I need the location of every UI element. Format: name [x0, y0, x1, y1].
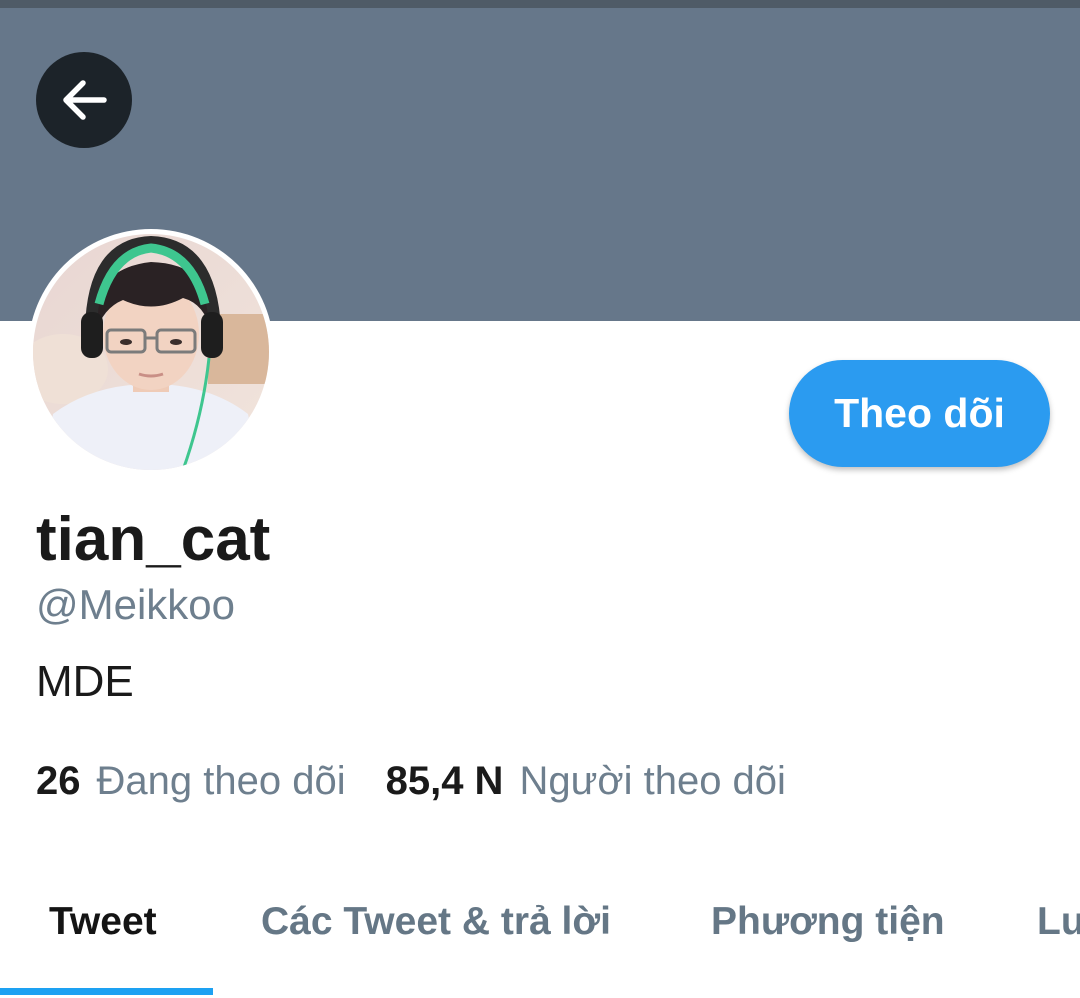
arrow-left-icon — [63, 80, 107, 120]
display-name: tian_cat — [36, 505, 271, 574]
avatar-photo — [33, 234, 269, 470]
profile-bio: MDE — [36, 657, 134, 706]
tab-media[interactable]: Phương tiện — [711, 898, 945, 946]
profile-tabs: Tweet Các Tweet & trả lời Phương tiện Lư… — [0, 860, 1080, 998]
followers-stat[interactable]: 85,4 N Người theo dõi — [386, 754, 786, 808]
following-stat[interactable]: 26 Đang theo dõi — [36, 754, 346, 808]
back-button[interactable] — [36, 52, 132, 148]
followers-label: Người theo dõi — [519, 759, 786, 803]
avatar[interactable] — [33, 234, 269, 470]
profile-stats: 26 Đang theo dõi 85,4 N Người theo dõi — [36, 754, 786, 808]
following-label: Đang theo dõi — [96, 759, 346, 803]
tab-likes[interactable]: Lượt thích — [1037, 898, 1080, 946]
username-handle: @Meikkoo — [36, 581, 236, 628]
status-bar-strip — [0, 0, 1080, 8]
following-count: 26 — [36, 759, 81, 803]
tab-tweets[interactable]: Tweet — [49, 898, 157, 946]
tab-tweets-and-replies[interactable]: Các Tweet & trả lời — [261, 898, 611, 946]
follow-button[interactable]: Theo dõi — [789, 360, 1050, 467]
active-tab-indicator — [0, 988, 213, 995]
followers-count: 85,4 N — [385, 759, 504, 803]
